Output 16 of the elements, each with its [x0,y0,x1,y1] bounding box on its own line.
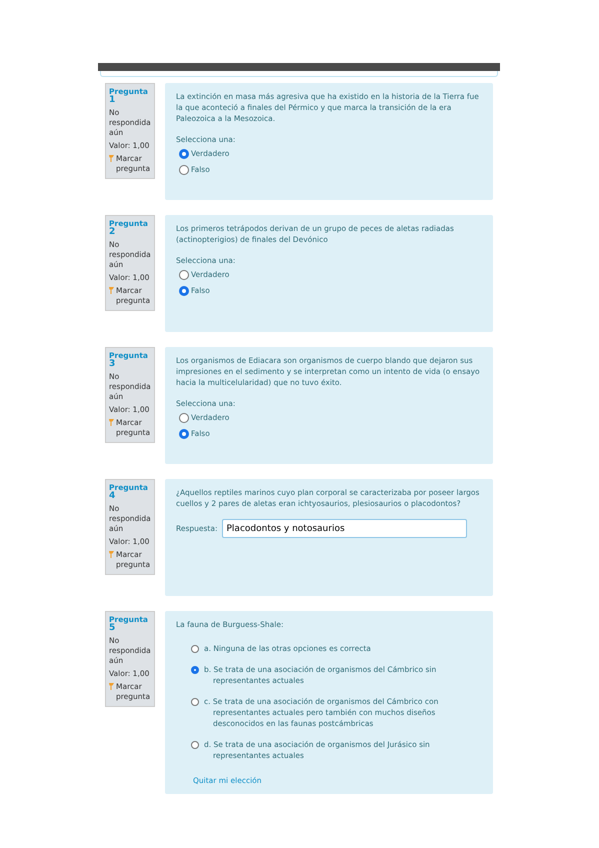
question-number: 2 [109,228,116,237]
radio-button[interactable] [191,698,199,706]
question-number: 5 [109,624,116,633]
question-number: 3 [109,360,116,369]
radio-button-selected[interactable] [179,286,189,296]
radio-button-selected[interactable] [179,428,189,438]
radio-button-selected[interactable] [191,666,199,674]
question-number: 4 [109,492,116,501]
radio-button[interactable] [191,645,199,653]
radio-button-selected[interactable] [179,148,189,158]
answer-field[interactable]: Placodontos y notosaurios [222,519,466,538]
question-number: 1 [109,96,116,105]
radio-button[interactable] [179,412,189,422]
radio-button[interactable] [179,270,189,280]
radio-button[interactable] [191,741,199,749]
radio-button[interactable] [179,164,189,174]
